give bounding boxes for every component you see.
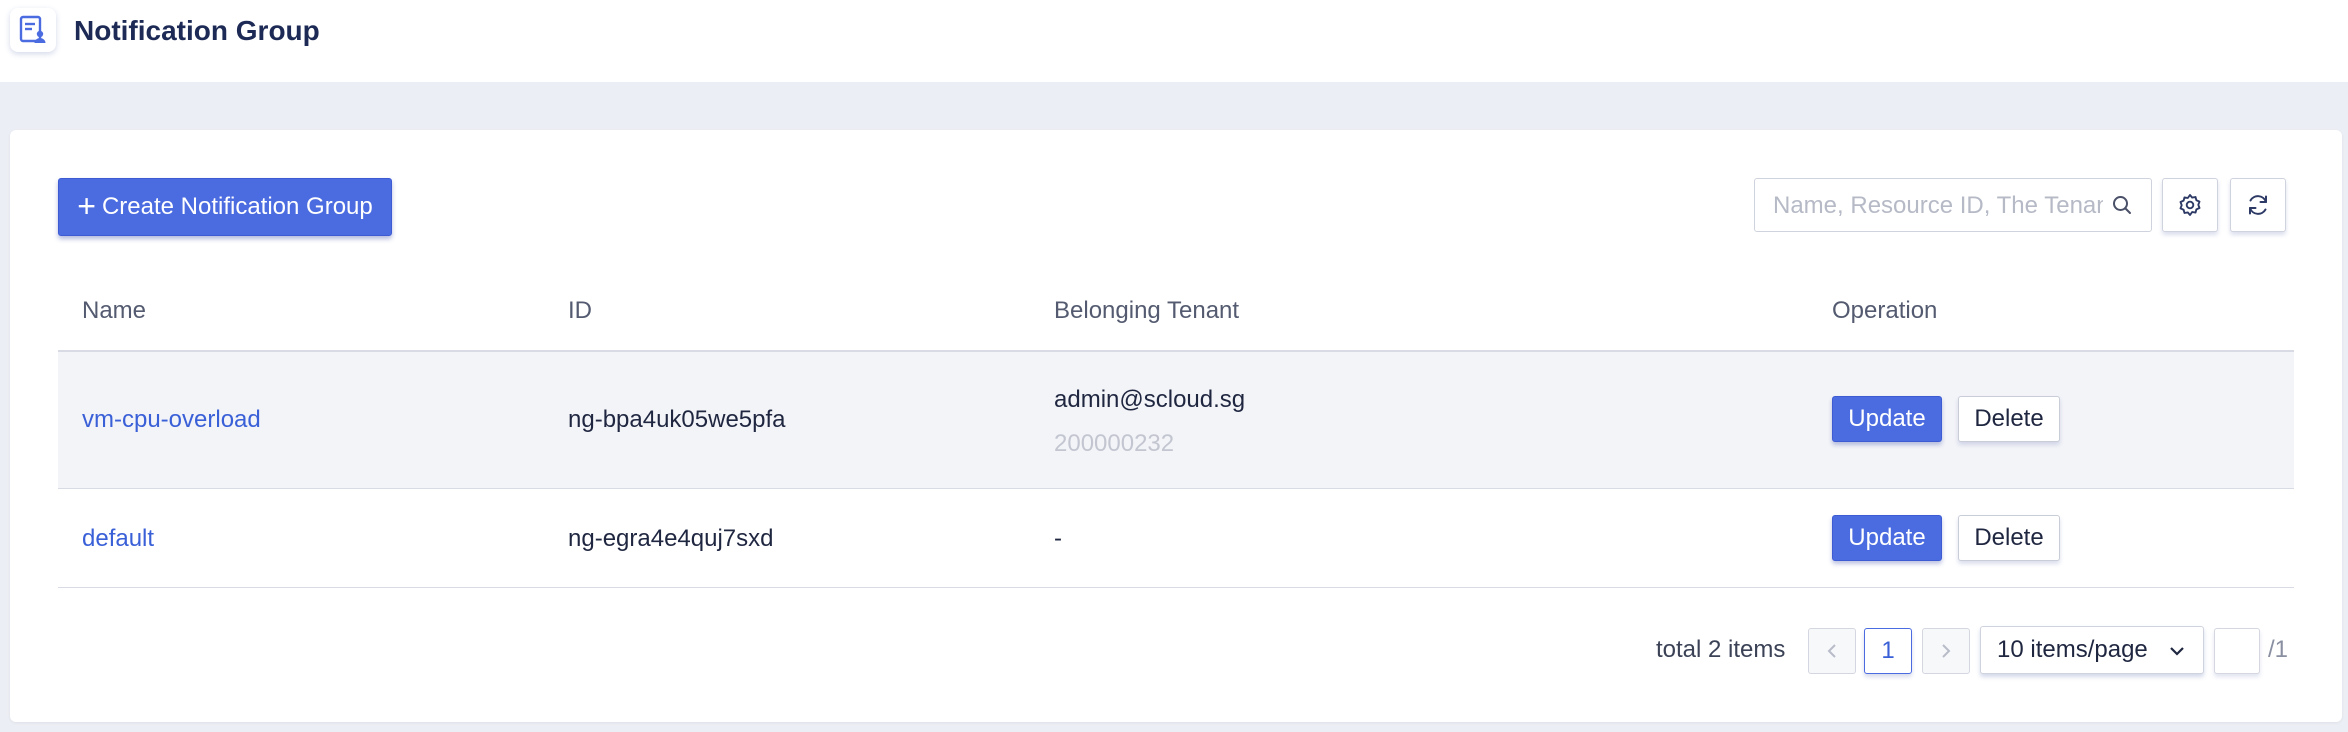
refresh-icon [2249, 195, 2267, 215]
total-pages: /1 [2268, 636, 2289, 663]
gear-icon [2179, 194, 2201, 216]
chevron-left-icon [1827, 644, 1836, 658]
column-header-operation: Operation [1832, 297, 1938, 324]
tenant-name: admin@scloud.sg [1054, 386, 1246, 413]
group-name-link[interactable]: vm-cpu-overload [82, 406, 261, 434]
page-jump-input[interactable] [2214, 628, 2260, 674]
update-button[interactable]: Update [1832, 515, 1942, 561]
search-icon[interactable] [2111, 194, 2133, 216]
table-header: Name ID Belonging Tenant Operation [58, 272, 2294, 352]
tenant-name: - [1054, 525, 1062, 552]
column-header-id: ID [568, 297, 592, 324]
update-button[interactable]: Update [1832, 396, 1942, 442]
delete-button[interactable]: Delete [1958, 396, 2060, 442]
page-title: Notification Group [74, 15, 320, 46]
plus-icon: + [77, 188, 96, 224]
group-id: ng-bpa4uk05we5pfa [568, 406, 786, 433]
pagination: total 2 items 1 10 items/page /1 [10, 622, 2342, 678]
total-items: total 2 items [1656, 636, 1786, 663]
notification-group-table: Name ID Belonging Tenant Operation vm-cp… [58, 272, 2294, 588]
next-page-button[interactable] [1922, 628, 1970, 674]
create-button-label: Create Notification Group [101, 193, 373, 220]
prev-page-button[interactable] [1808, 628, 1856, 674]
tenant-id: 200000232 [1054, 430, 1175, 457]
group-name-link[interactable]: default [82, 525, 154, 553]
document-user-icon [10, 8, 56, 52]
page-size-select[interactable]: 10 items/page [1980, 626, 2204, 674]
table-row: default ng-egra4e4quj7sxd - Update Delet… [58, 489, 2294, 588]
search-input[interactable] [1771, 179, 2105, 233]
column-header-name: Name [82, 297, 147, 324]
table-row: vm-cpu-overload ng-bpa4uk05we5pfa admin@… [58, 352, 2294, 489]
create-notification-group-button[interactable]: + Create Notification Group [58, 178, 392, 236]
delete-button[interactable]: Delete [1958, 515, 2060, 561]
column-header-tenant: Belonging Tenant [1054, 297, 1240, 324]
top-bar: Notification Group [0, 0, 2348, 82]
search-box[interactable] [1754, 178, 2152, 233]
page-size-value: 10 items/page [1997, 636, 2148, 663]
page-number-current[interactable]: 1 [1864, 628, 1912, 674]
chevron-right-icon [1942, 644, 1951, 658]
group-id: ng-egra4e4quj7sxd [568, 525, 774, 552]
refresh-button[interactable] [2230, 178, 2286, 232]
chevron-down-icon [2170, 647, 2184, 656]
settings-button[interactable] [2162, 178, 2218, 232]
content-panel: + Create Notification Group Name ID Belo… [10, 130, 2342, 722]
